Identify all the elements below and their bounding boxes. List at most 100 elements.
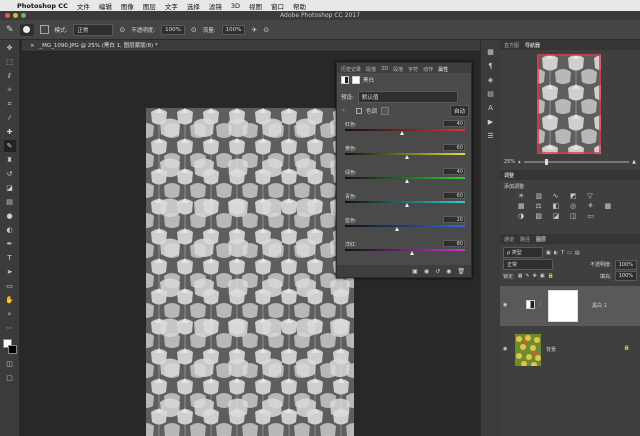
tab-paths[interactable]: 路径 [520, 236, 530, 243]
screen-mode-icon[interactable]: ▢ [4, 372, 16, 384]
menu-select[interactable]: 选择 [187, 1, 200, 11]
tint-color-swatch[interactable] [380, 107, 389, 115]
slider-thumb[interactable] [395, 227, 400, 231]
slider-thumb[interactable] [409, 251, 414, 255]
slider-value-field[interactable]: 40 [443, 120, 465, 127]
mask-link-icon[interactable]: ⁝ [540, 301, 542, 307]
menu-filter[interactable]: 滤镜 [209, 1, 222, 11]
lock-all-icon[interactable]: 🔒 [548, 273, 554, 279]
lock-transparent-icon[interactable]: ▦ [518, 273, 523, 279]
layer-row-bw[interactable]: ◉ ⁝ 黑白 1 [500, 286, 640, 326]
filter-adjustment-icon[interactable]: ◐ [554, 250, 558, 256]
document-image[interactable] [146, 108, 354, 436]
opacity-field[interactable]: 100% [161, 24, 185, 35]
posterize-icon[interactable]: ▧ [535, 212, 552, 220]
tab-3d[interactable]: 3D [381, 66, 388, 72]
layer-row-background[interactable]: ◉ 背景 🔒 [500, 330, 640, 370]
menu-window[interactable]: 窗口 [271, 1, 284, 11]
healing-brush-tool-icon[interactable]: ✚ [4, 126, 16, 138]
layer-name[interactable]: 黑白 1 [592, 302, 607, 309]
tab-properties[interactable]: 属性 [438, 66, 448, 73]
navigator-thumbnail[interactable] [537, 54, 601, 154]
menu-image[interactable]: 图像 [121, 1, 134, 11]
layer-blend-mode[interactable]: 正常 [503, 259, 553, 270]
more-tools-icon[interactable]: ⋯ [4, 322, 16, 334]
brush-preset-picker[interactable] [19, 23, 34, 36]
menu-file[interactable]: 文件 [77, 1, 90, 11]
gradient-tool-icon[interactable]: ▤ [4, 196, 16, 208]
layer-mask-thumbnail[interactable] [548, 290, 578, 322]
lock-image-icon[interactable]: ✎ [525, 273, 529, 279]
slider-track[interactable] [345, 249, 465, 251]
3d-panel-icon[interactable]: ◈ [485, 74, 497, 86]
color-balance-icon[interactable]: ⚖ [535, 202, 552, 210]
type-tool-icon[interactable]: T [4, 252, 16, 264]
filter-pixel-icon[interactable]: ▣ [546, 250, 551, 256]
tab-channels[interactable]: 通道 [504, 236, 514, 243]
tab-layers[interactable]: 图层 [536, 236, 546, 243]
auto-button[interactable]: 自动 [449, 105, 469, 117]
view-previous-icon[interactable]: ◉ [424, 268, 429, 275]
brush-tool-icon[interactable]: ✎ [3, 140, 16, 152]
slider-value-field[interactable]: 20 [443, 216, 465, 223]
crop-tool-icon[interactable]: ⌗ [4, 98, 16, 110]
slider-track[interactable] [345, 129, 465, 131]
menu-3d[interactable]: 3D [231, 2, 240, 10]
tab-character[interactable]: 字符 [408, 66, 418, 73]
slider-track[interactable] [345, 225, 465, 227]
tab-navigator[interactable]: 导航器 [525, 42, 540, 49]
filter-shape-icon[interactable]: ▭ [567, 250, 572, 256]
invert-icon[interactable]: ◑ [518, 212, 535, 220]
lock-artboard-icon[interactable]: ▣ [540, 273, 545, 279]
black-white-icon[interactable]: ◧ [553, 202, 570, 210]
tab-paragraph-2[interactable]: 段落 [393, 66, 403, 73]
tab-paragraph[interactable]: 段落 [366, 66, 376, 73]
brush-panel-toggle-icon[interactable] [39, 25, 49, 34]
move-tool-icon[interactable]: ✥ [4, 42, 16, 54]
visibility-icon[interactable]: ◉ [446, 268, 451, 275]
airbrush-icon[interactable]: ✈ [251, 26, 257, 34]
menu-layer[interactable]: 图层 [143, 1, 156, 11]
close-window-button[interactable] [5, 13, 10, 18]
photo-filter-icon[interactable]: ◎ [570, 202, 587, 210]
properties-panel-icon[interactable]: ☰ [485, 130, 497, 142]
document-tab-close-icon[interactable]: × [30, 43, 35, 49]
flow-pressure-icon[interactable]: ⊙ [191, 26, 197, 34]
history-brush-tool-icon[interactable]: ↺ [4, 168, 16, 180]
lock-position-icon[interactable]: ✥ [533, 273, 537, 279]
target-adjust-icon[interactable]: ☜ [341, 108, 346, 114]
minimize-window-button[interactable] [13, 13, 18, 18]
zoom-window-button[interactable] [21, 13, 26, 18]
clone-stamp-tool-icon[interactable]: ♜ [4, 154, 16, 166]
paragraph-panel-icon[interactable]: ¶ [485, 60, 497, 72]
navigator-zoom-value[interactable]: 25% [504, 159, 515, 165]
slider-thumb[interactable] [400, 131, 405, 135]
pressure-size-icon[interactable]: ⊙ [263, 26, 269, 34]
levels-icon[interactable]: ▥ [535, 192, 552, 200]
blur-tool-icon[interactable]: ● [4, 210, 16, 222]
slider-value-field[interactable]: 60 [443, 192, 465, 199]
dodge-tool-icon[interactable]: ◐ [4, 224, 16, 236]
slider-value-field[interactable]: 80 [443, 240, 465, 247]
reset-icon[interactable]: ↺ [435, 268, 440, 275]
color-swatches[interactable] [2, 338, 18, 356]
zoom-in-icon[interactable]: ▲ [632, 159, 636, 165]
menu-edit[interactable]: 编辑 [99, 1, 112, 11]
slider-value-field[interactable]: 60 [443, 144, 465, 151]
eraser-tool-icon[interactable]: ◪ [4, 182, 16, 194]
color-lookup-icon[interactable]: ▩ [605, 202, 622, 210]
gradient-map-icon[interactable]: ▭ [587, 212, 604, 220]
mode-select[interactable]: 正常 [73, 23, 114, 36]
selective-color-icon[interactable]: ◫ [570, 212, 587, 220]
tab-history[interactable]: 历史记录 [341, 66, 361, 73]
hue-saturation-icon[interactable]: ▦ [518, 202, 535, 210]
menu-view[interactable]: 视图 [249, 1, 262, 11]
curves-icon[interactable]: ∿ [553, 192, 570, 200]
channel-mixer-icon[interactable]: ⚘ [587, 202, 604, 210]
slider-thumb[interactable] [404, 155, 409, 159]
zoom-out-icon[interactable]: ▴ [518, 159, 521, 165]
zoom-slider[interactable] [523, 159, 630, 165]
flow-field[interactable]: 100% [221, 24, 246, 35]
background-color-swatch[interactable] [7, 345, 17, 354]
character-panel-icon[interactable]: A [485, 102, 497, 114]
